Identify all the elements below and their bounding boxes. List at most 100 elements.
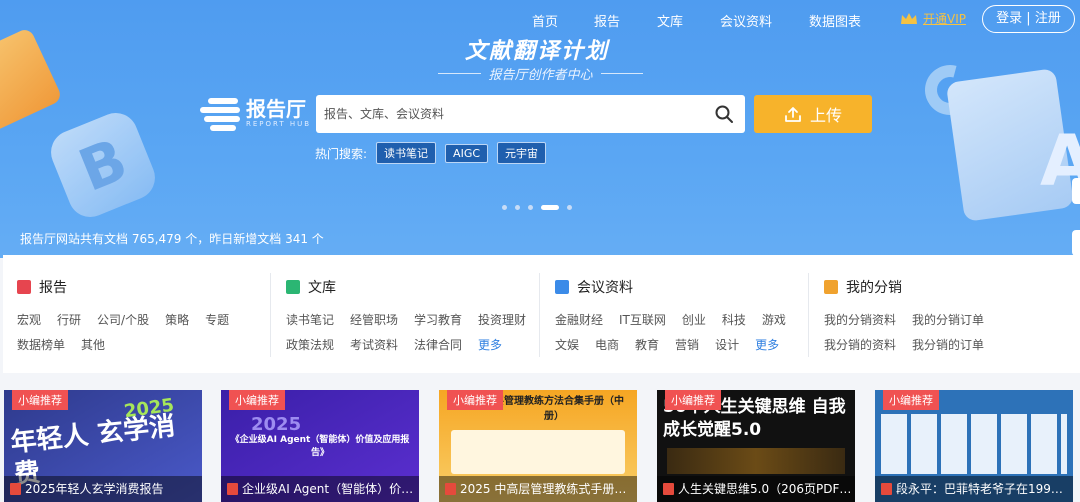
- card-title: 段永平：巴菲特老爷子在199…: [896, 482, 1063, 496]
- category-link[interactable]: 我的分销订单: [912, 308, 984, 333]
- nav-home[interactable]: 首页: [532, 11, 558, 30]
- carousel-dot[interactable]: [567, 205, 572, 210]
- side-tab[interactable]: [1072, 230, 1080, 256]
- category-header[interactable]: 报告: [17, 277, 67, 297]
- category-link[interactable]: 金融财经: [555, 308, 603, 333]
- category-reports: 报告 宏观 行研 公司/个股 策略 专题数据榜单 其他: [3, 255, 270, 373]
- category-library: 文库 读书笔记 经管职场 学习教育 投资理财政策法规 考试资料 法律合同 更多: [272, 255, 539, 373]
- hot-tag[interactable]: AIGC: [445, 143, 489, 163]
- category-header[interactable]: 文库: [286, 277, 336, 297]
- category-link[interactable]: 电商: [595, 333, 619, 358]
- meeting-icon: [555, 280, 569, 294]
- recommend-badge: 小编推荐: [447, 390, 503, 410]
- crown-icon: [901, 13, 917, 24]
- card-art-panel: [667, 448, 845, 474]
- carousel-indicator: [502, 205, 572, 210]
- nav-meeting-materials[interactable]: 会议资料: [720, 11, 772, 30]
- letter-b-illustration: B: [44, 106, 162, 224]
- card-title-bar: 2025 中高层管理教练式手册…: [439, 476, 637, 502]
- pdf-icon: [663, 483, 674, 495]
- category-link[interactable]: 法律合同: [414, 333, 462, 358]
- category-link[interactable]: 考试资料: [350, 333, 398, 358]
- side-tab[interactable]: [1072, 178, 1080, 204]
- carousel-dot[interactable]: [528, 205, 533, 210]
- nav-reports[interactable]: 报告: [594, 11, 620, 30]
- category-link[interactable]: 创业: [682, 308, 706, 333]
- divider: [600, 73, 644, 74]
- pdf-icon: [445, 483, 456, 495]
- category-link[interactable]: 策略: [165, 308, 189, 333]
- category-link[interactable]: 公司/个股: [97, 308, 149, 333]
- featured-card[interactable]: 小编推荐 高层管理教练方法合集手册（中册） 2025 中高层管理教练式手册…: [439, 390, 637, 502]
- category-link[interactable]: 专题: [205, 308, 229, 333]
- category-link[interactable]: 学习教育: [414, 308, 462, 333]
- category-link[interactable]: 游戏: [762, 308, 786, 333]
- category-link[interactable]: 营销: [675, 333, 699, 358]
- yen-icon: [824, 280, 838, 294]
- upload-icon: [785, 107, 801, 122]
- pdf-icon: [881, 483, 892, 495]
- featured-card[interactable]: 小编推荐 50个人生关键思维 自我成长觉醒5.0 人生关键思维5.0（206页P…: [657, 390, 855, 502]
- category-link[interactable]: 行研: [57, 308, 81, 333]
- carousel-dot[interactable]: [502, 205, 507, 210]
- category-link[interactable]: 政策法规: [286, 333, 334, 358]
- document-stats: 报告厅网站共有文档 765,479 个，昨日新增文档 341 个: [20, 232, 324, 246]
- hot-tag[interactable]: 元宇宙: [497, 142, 547, 164]
- more-link[interactable]: 更多: [755, 333, 779, 358]
- category-link[interactable]: 设计: [715, 333, 739, 358]
- featured-card[interactable]: 小编推荐 2025 《企业级AI Agent（智能体）价值及应用报告》 企业级A…: [221, 390, 419, 502]
- category-link[interactable]: 其他: [81, 333, 105, 358]
- carousel-dot-active[interactable]: [541, 205, 559, 210]
- hero-sub-slogan[interactable]: 报告厅创作者中心: [438, 64, 644, 83]
- category-title: 我的分销: [846, 280, 902, 296]
- hero-banner: B A 首页 报告 文库 会议资料 数据图表 开通VIP 登录 | 注册 文献翻…: [0, 0, 1080, 258]
- nav-data-charts[interactable]: 数据图表: [809, 11, 861, 30]
- upload-label: 上传: [809, 106, 842, 125]
- category-header[interactable]: 我的分销: [824, 277, 902, 297]
- nav-library[interactable]: 文库: [657, 11, 683, 30]
- category-link[interactable]: 我的分销资料: [824, 308, 896, 333]
- category-header[interactable]: 会议资料: [555, 277, 633, 297]
- category-title: 文库: [308, 280, 336, 296]
- category-link[interactable]: 科技: [722, 308, 746, 333]
- category-link[interactable]: 宏观: [17, 308, 41, 333]
- hero-slogan: 文献翻译计划: [465, 39, 610, 64]
- category-link[interactable]: 读书笔记: [286, 308, 334, 333]
- category-link[interactable]: 教育: [635, 333, 659, 358]
- logo-subtitle: REPORT HUB: [246, 120, 312, 128]
- featured-cards: 小编推荐 2025 年轻人 玄学消费 2025年轻人玄学消费报告 小编推荐 20…: [0, 390, 1080, 502]
- category-link[interactable]: 文娱: [555, 333, 579, 358]
- hot-tag[interactable]: 读书笔记: [376, 142, 437, 164]
- category-title: 会议资料: [577, 280, 633, 296]
- card-art-panel: [451, 430, 625, 474]
- category-link[interactable]: IT互联网: [619, 308, 666, 333]
- category-link[interactable]: 投资理财: [478, 308, 526, 333]
- recommend-badge: 小编推荐: [883, 390, 939, 410]
- logo-icon: [200, 96, 240, 131]
- category-link[interactable]: 数据榜单: [17, 333, 65, 358]
- card-title: 企业级AI Agent（智能体）价…: [242, 482, 414, 496]
- category-link[interactable]: 我分销的订单: [912, 333, 984, 358]
- upload-button[interactable]: 上传: [754, 95, 872, 133]
- divider: [808, 273, 809, 357]
- card-title-bar: 人生关键思维5.0（206页PDF…: [657, 476, 855, 502]
- login-register-button[interactable]: 登录 | 注册: [982, 5, 1075, 33]
- book-illustration: [0, 26, 64, 134]
- recommend-badge: 小编推荐: [665, 390, 721, 410]
- featured-card[interactable]: 小编推荐 段永平：巴菲特老爷子在199…: [875, 390, 1073, 502]
- creator-center-label: 报告厅创作者中心: [488, 68, 593, 83]
- pdf-icon: [10, 483, 21, 495]
- pdf-icon: [227, 483, 238, 495]
- site-logo[interactable]: 报告厅 REPORT HUB: [200, 96, 312, 131]
- more-link[interactable]: 更多: [478, 333, 502, 358]
- category-title: 报告: [39, 280, 67, 296]
- search-icon[interactable]: [714, 104, 734, 124]
- category-link[interactable]: 经管职场: [350, 308, 398, 333]
- divider: [539, 273, 540, 357]
- search-input[interactable]: [324, 103, 704, 125]
- vip-link[interactable]: 开通VIP: [900, 10, 966, 27]
- category-link[interactable]: 我分销的资料: [824, 333, 896, 358]
- featured-card[interactable]: 小编推荐 2025 年轻人 玄学消费 2025年轻人玄学消费报告: [4, 390, 202, 502]
- divider: [270, 273, 271, 357]
- carousel-dot[interactable]: [515, 205, 520, 210]
